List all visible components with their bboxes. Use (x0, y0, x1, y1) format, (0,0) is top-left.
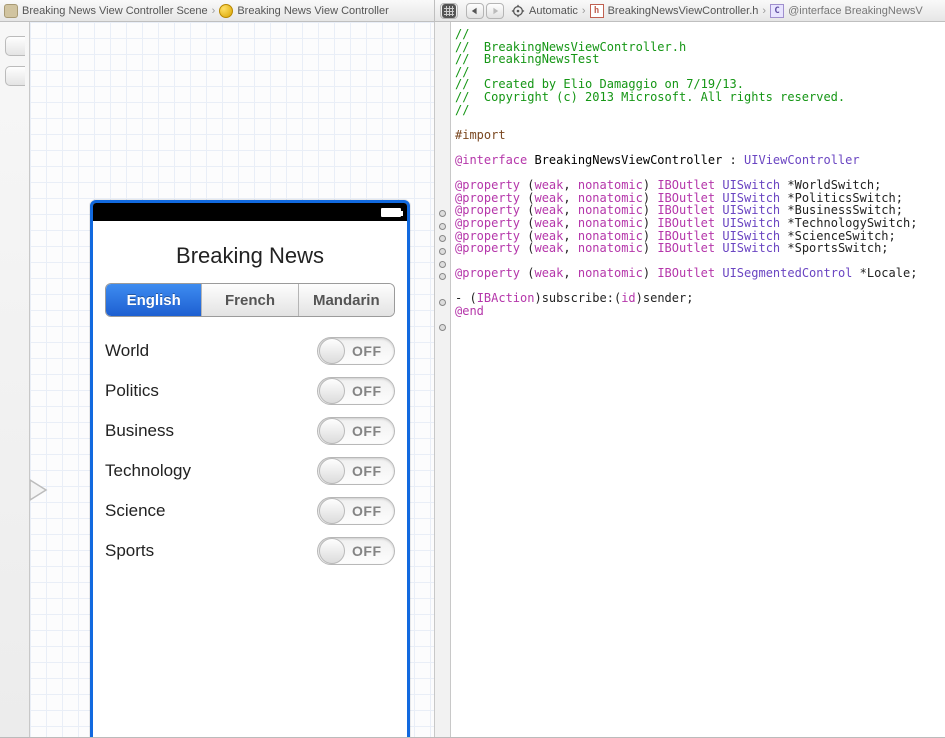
switch-politics[interactable]: OFF (317, 377, 395, 405)
switch-knob (319, 378, 345, 404)
outlet-connection-icon[interactable] (439, 210, 446, 217)
outlet-connection-icon[interactable] (439, 261, 446, 268)
switch-knob (319, 538, 345, 564)
switch-knob (319, 458, 345, 484)
switch-state-label: OFF (352, 543, 382, 559)
switch-business[interactable]: OFF (317, 417, 395, 445)
switch-knob (319, 338, 345, 364)
switch-state-label: OFF (352, 423, 382, 439)
class-symbol-icon: C (770, 4, 784, 18)
chevron-right-icon: › (582, 5, 586, 17)
nav-forward-button[interactable] (486, 3, 504, 19)
left-sidebar (0, 22, 30, 737)
outlet-connection-icon[interactable] (439, 223, 446, 230)
category-label: Business (105, 421, 174, 441)
outlet-connection-icon[interactable] (439, 324, 446, 331)
category-row-technology: Technology OFF (105, 451, 395, 491)
chevron-right-icon: › (212, 5, 216, 17)
gear-icon (511, 4, 525, 18)
interface-builder-canvas[interactable]: Breaking News English French Mandarin Wo… (30, 22, 435, 737)
category-row-sports: Sports OFF (105, 531, 395, 571)
screen-title: Breaking News (105, 243, 395, 269)
nib-icon (219, 4, 233, 18)
category-label: Science (105, 501, 165, 521)
battery-icon (381, 208, 401, 217)
switch-knob (319, 418, 345, 444)
category-label: Sports (105, 541, 154, 561)
assistant-mode[interactable]: Automatic (511, 4, 578, 18)
switch-state-label: OFF (352, 383, 382, 399)
segment-english[interactable]: English (106, 284, 201, 316)
breadcrumb-controller-label: Breaking News View Controller (237, 5, 388, 17)
editor-gutter (435, 22, 451, 737)
header-file-icon: h (590, 4, 604, 18)
nav-back-button[interactable] (466, 3, 484, 19)
breadcrumb-symbol-label: @interface BreakingNewsV (788, 5, 923, 17)
disclosure-arrow-icon[interactable] (30, 476, 50, 504)
source-editor[interactable]: // // BreakingNewsViewController.h // Br… (451, 22, 945, 737)
category-label: World (105, 341, 149, 361)
category-label: Technology (105, 461, 191, 481)
switch-sports[interactable]: OFF (317, 537, 395, 565)
switch-state-label: OFF (352, 343, 382, 359)
breadcrumb-file[interactable]: h BreakingNewsViewController.h (590, 4, 759, 18)
breadcrumb-file-label: BreakingNewsViewController.h (608, 5, 759, 17)
category-row-world: World OFF (105, 331, 395, 371)
triangle-right-icon (491, 7, 499, 15)
segment-french[interactable]: French (201, 284, 297, 316)
grid-icon (442, 4, 456, 18)
switch-world[interactable]: OFF (317, 337, 395, 365)
chevron-right-icon: › (762, 5, 766, 17)
category-row-business: Business OFF (105, 411, 395, 451)
locale-segmented-control[interactable]: English French Mandarin (105, 283, 395, 317)
switch-state-label: OFF (352, 503, 382, 519)
assistant-mode-label: Automatic (529, 5, 578, 17)
outlet-connection-icon[interactable] (439, 235, 446, 242)
triangle-left-icon (471, 7, 479, 15)
category-label: Politics (105, 381, 159, 401)
related-items-button[interactable] (440, 3, 458, 19)
switch-knob (319, 498, 345, 524)
segment-mandarin[interactable]: Mandarin (298, 284, 394, 316)
switch-technology[interactable]: OFF (317, 457, 395, 485)
sidebar-tab-2[interactable] (5, 66, 25, 86)
iphone-mock[interactable]: Breaking News English French Mandarin Wo… (90, 200, 410, 737)
status-bar (93, 203, 407, 221)
category-row-science: Science OFF (105, 491, 395, 531)
category-row-politics: Politics OFF (105, 371, 395, 411)
outlet-connection-icon[interactable] (439, 248, 446, 255)
breadcrumb-symbol[interactable]: C @interface BreakingNewsV (770, 4, 923, 18)
switch-state-label: OFF (352, 463, 382, 479)
outlet-connection-icon[interactable] (439, 299, 446, 306)
breadcrumb-controller[interactable]: Breaking News View Controller (219, 4, 388, 18)
scene-icon (4, 4, 18, 18)
breadcrumb-scene[interactable]: Breaking News View Controller Scene (4, 4, 208, 18)
sidebar-tab-1[interactable] (5, 36, 25, 56)
switch-science[interactable]: OFF (317, 497, 395, 525)
breadcrumb-scene-label: Breaking News View Controller Scene (22, 5, 208, 17)
outlet-connection-icon[interactable] (439, 273, 446, 280)
